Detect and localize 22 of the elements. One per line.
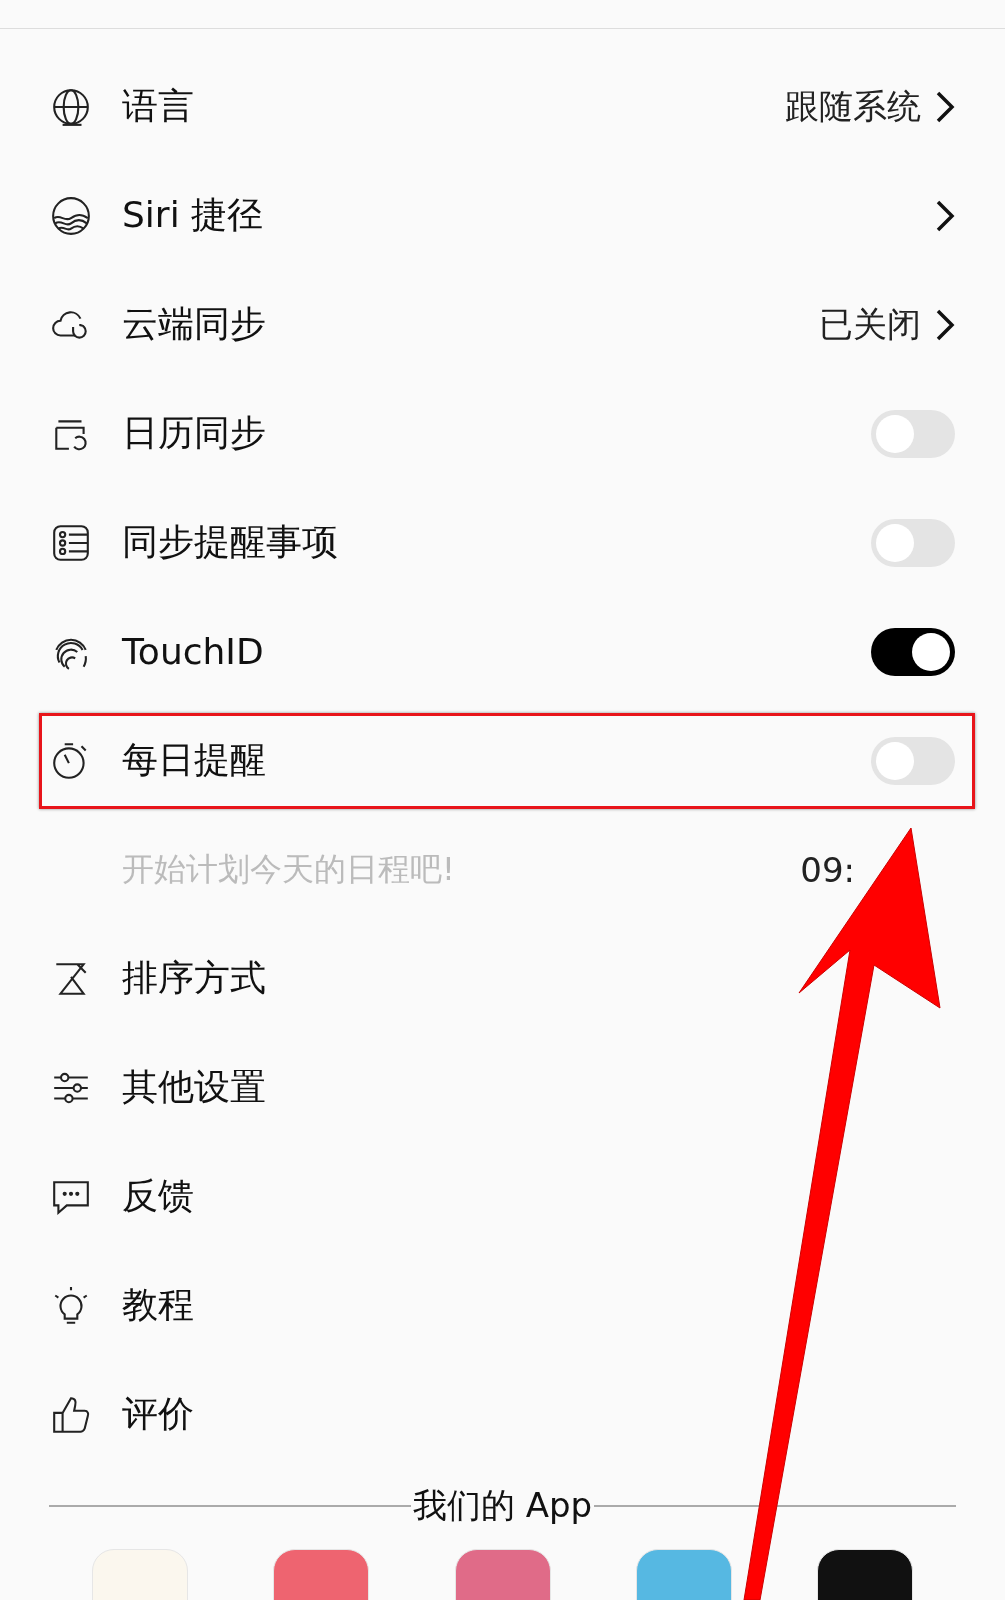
section-title: 我们的 App: [411, 1484, 594, 1527]
setting-label: TouchID: [122, 631, 265, 672]
setting-value: 跟随系统: [785, 84, 921, 128]
setting-label: 日历同步: [122, 411, 267, 455]
setting-value: 已关闭: [819, 302, 921, 346]
setting-label: 同步提醒事项: [122, 520, 339, 564]
toggle-switch[interactable]: [871, 409, 955, 458]
wave-circle-icon: [50, 194, 92, 237]
setting-label[interactable]: 反馈: [122, 1172, 955, 1221]
reminder-time[interactable]: 09:: [800, 849, 855, 890]
setting-label[interactable]: 云端同步: [122, 300, 819, 349]
setting-label[interactable]: Siri 捷径: [122, 191, 921, 240]
toggle-switch[interactable]: [871, 518, 955, 567]
setting-label: 每日提醒: [122, 738, 267, 782]
toggle-switch[interactable]: [871, 736, 955, 785]
setting-label[interactable]: 排序方式: [122, 954, 955, 1003]
reminder-message: 开始计划今天的日程吧!: [122, 848, 456, 890]
setting-label[interactable]: 评价: [122, 1390, 955, 1439]
setting-label[interactable]: 其他设置: [122, 1063, 955, 1112]
toggle-switch[interactable]: [871, 627, 955, 676]
setting-label[interactable]: 教程: [122, 1281, 955, 1330]
setting-label[interactable]: 语言: [122, 82, 785, 131]
